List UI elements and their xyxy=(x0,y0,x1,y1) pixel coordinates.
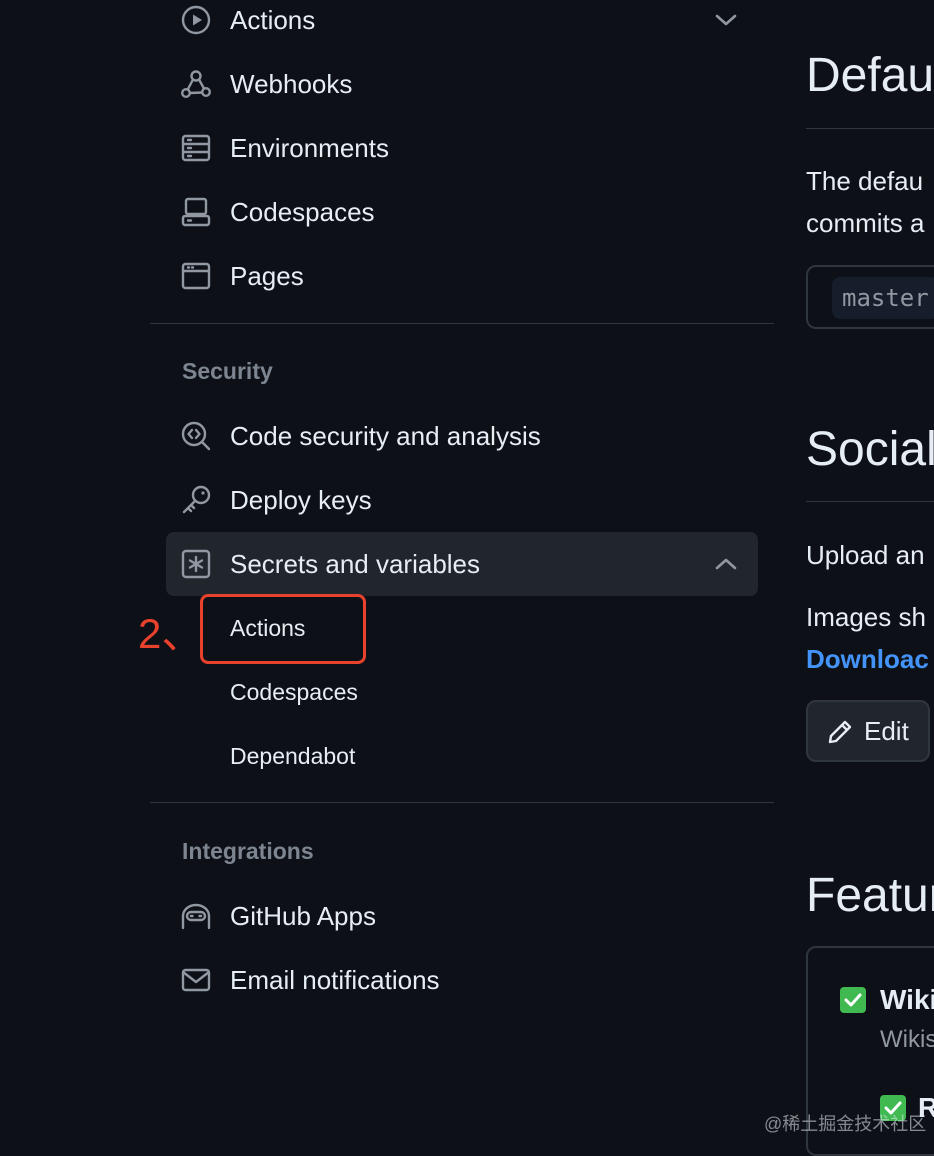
social-preview-description: Upload an xyxy=(806,540,925,570)
section-heading-security: Security xyxy=(182,358,273,384)
default-branch-description-2: commits a xyxy=(806,208,925,238)
sidebar-divider xyxy=(150,323,774,324)
sidebar-item-environments[interactable]: Environments xyxy=(166,120,758,176)
heading-divider xyxy=(806,128,934,129)
sidebar-item-label: Pages xyxy=(230,260,304,291)
sidebar-item-github-apps[interactable]: GitHub Apps xyxy=(166,888,758,944)
sidebar-item-codespaces[interactable]: Codespaces xyxy=(166,184,758,240)
sidebar-item-deploy-keys[interactable]: Deploy keys xyxy=(166,472,758,528)
default-branch-description: The defau xyxy=(806,166,924,196)
sidebar-item-label: Secrets and variables xyxy=(230,548,481,579)
codespaces-icon xyxy=(180,196,212,228)
key-asterisk-icon xyxy=(180,548,212,580)
codescan-icon xyxy=(180,420,212,452)
sidebar-item-secrets-and-variables[interactable]: Secrets and variables xyxy=(166,532,758,596)
sidebar-item-webhooks[interactable]: Webhooks xyxy=(166,56,758,112)
social-preview-note: Images sh xyxy=(806,602,926,632)
play-circle-icon xyxy=(180,4,212,36)
edit-button[interactable]: Edit xyxy=(806,700,930,762)
sidebar-item-label: Actions xyxy=(230,4,316,35)
mail-icon xyxy=(180,964,212,996)
sidebar-item-email-notifications[interactable]: Email notifications xyxy=(166,952,758,1008)
sidebar-item-code-security[interactable]: Code security and analysis xyxy=(166,408,758,464)
key-icon xyxy=(180,484,212,516)
edit-button-label: Edit xyxy=(864,716,909,746)
chevron-down-icon[interactable] xyxy=(714,8,738,32)
sidebar-item-actions[interactable]: Actions xyxy=(166,0,758,48)
download-template-link[interactable]: Downloac xyxy=(806,644,929,675)
watermark: @稀土掘金技术社区 xyxy=(764,1114,927,1134)
pencil-icon xyxy=(826,718,854,746)
sidebar-item-label: Webhooks xyxy=(230,68,353,99)
sidebar-item-label: Deploy keys xyxy=(230,484,372,515)
sidebar-item-label: Code security and analysis xyxy=(230,420,541,451)
sidebar-item-label: Email notifications xyxy=(230,964,440,995)
hubot-icon xyxy=(180,900,212,932)
default-branch-heading: Defaul xyxy=(806,49,934,102)
branch-name: master xyxy=(832,277,934,319)
browser-icon xyxy=(180,260,212,292)
sidebar-divider xyxy=(150,802,774,803)
annotation-highlight-box xyxy=(200,594,366,664)
sidebar-item-label: Codespaces xyxy=(230,196,375,227)
features-heading: Featur xyxy=(806,869,934,922)
sidebar-item-label: Environments xyxy=(230,132,389,163)
section-heading-integrations: Integrations xyxy=(182,838,314,864)
chevron-up-icon[interactable] xyxy=(714,552,738,576)
sidebar-item-label: GitHub Apps xyxy=(230,900,376,931)
sub-item-codespaces[interactable]: Codespaces xyxy=(230,672,358,712)
default-branch-box: master xyxy=(806,265,934,329)
wiki-checkbox[interactable] xyxy=(840,987,866,1013)
server-icon xyxy=(180,132,212,164)
heading-divider xyxy=(806,501,934,502)
wiki-feature-label: Wiki xyxy=(880,984,934,1015)
social-preview-heading: Social xyxy=(806,423,934,476)
wiki-feature-description: Wikis xyxy=(880,1026,934,1053)
webhook-icon xyxy=(180,68,212,100)
sidebar-item-pages[interactable]: Pages xyxy=(166,248,758,304)
annotation-step-label: 2、 xyxy=(138,610,204,657)
sub-item-dependabot[interactable]: Dependabot xyxy=(230,736,355,776)
